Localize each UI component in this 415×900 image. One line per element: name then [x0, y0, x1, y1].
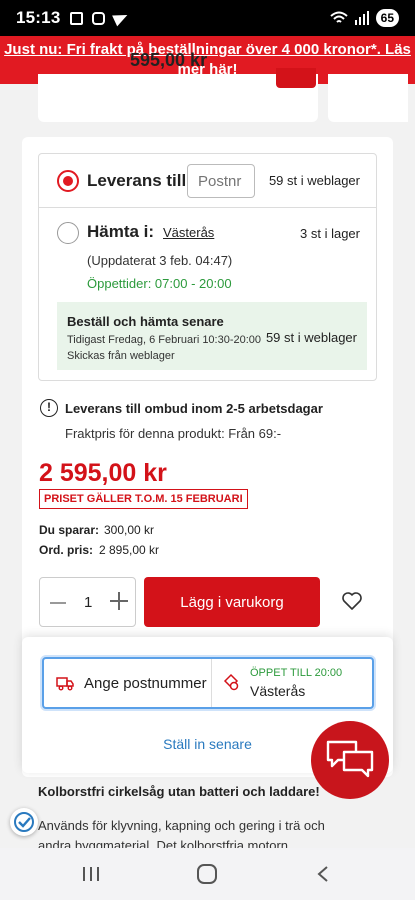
- heart-icon[interactable]: [340, 589, 364, 613]
- product-price: 2 595,00 kr: [39, 459, 167, 487]
- quantity-stepper: 1: [39, 577, 136, 627]
- freight-price: Fraktpris för denna produkt: Från 69:-: [65, 426, 282, 441]
- save-value: 300,00 kr: [104, 523, 155, 537]
- pickup-label: Hämta i:: [87, 222, 155, 241]
- description-title: Kolborstfri cirkelsåg utan batteri och l…: [38, 784, 320, 799]
- recent-apps-icon[interactable]: [82, 866, 100, 882]
- status-bar: 15:13 65: [0, 0, 415, 36]
- pickup-later-title: Beställ och hämta senare: [67, 314, 224, 329]
- pickup-later-date: Tidigast Fredag, 6 Februari 10:30-20:00: [67, 334, 262, 346]
- store-selector: Ange postnummer ÖPPET TILL 20:00 Västerå…: [42, 657, 374, 709]
- telegram-icon: [112, 9, 131, 27]
- battery-indicator: 65: [375, 9, 399, 27]
- home-icon[interactable]: [197, 864, 217, 884]
- pickup-stock: 3 st i lager: [300, 226, 360, 241]
- postnr-input[interactable]: [187, 164, 255, 198]
- quantity-plus-button[interactable]: [110, 592, 128, 610]
- delivery-radio[interactable]: [57, 170, 79, 192]
- delivery-label: Leverans till:: [87, 171, 192, 190]
- opening-hours: Öppettider: 07:00 - 20:00: [87, 276, 232, 291]
- chat-icon: [326, 740, 374, 778]
- card-price: 595,00 kr: [130, 50, 208, 70]
- quantity-minus-button[interactable]: [50, 602, 66, 604]
- delivery-options: Leverans till: 59 st i weblager Hämta i:…: [38, 153, 377, 381]
- save-label: Du sparar:: [39, 523, 100, 537]
- signal-icon: [354, 11, 369, 25]
- price-valid-badge: PRISET GÄLLER T.O.M. 15 FEBRUARI: [39, 489, 248, 509]
- chat-button[interactable]: [311, 721, 389, 799]
- ordinary-price-label: Ord. pris:: [39, 543, 94, 557]
- store-open-status: ÖPPET TILL 20:00: [250, 667, 343, 679]
- selected-store[interactable]: Västerås: [250, 683, 305, 699]
- pickup-radio[interactable]: [57, 222, 79, 244]
- pickup-later-box: Beställ och hämta senare Tidigast Fredag…: [57, 302, 367, 370]
- quantity-value[interactable]: 1: [84, 594, 92, 611]
- product-card-next[interactable]: [328, 74, 408, 122]
- check-badge-icon[interactable]: [10, 808, 38, 836]
- delivery-stock: 59 st i weblager: [268, 173, 360, 188]
- wifi-icon: [329, 11, 348, 23]
- pickup-store-link[interactable]: Västerås: [163, 225, 214, 240]
- card-buy-button[interactable]: [276, 68, 316, 88]
- truck-icon: [56, 677, 74, 691]
- qr-icon: [70, 11, 84, 25]
- info-icon: !: [40, 399, 58, 417]
- system-nav-bar: [0, 848, 415, 900]
- add-to-cart-button[interactable]: Lägg i varukorg: [144, 577, 320, 627]
- clock: 15:13: [16, 8, 61, 27]
- nfc-icon: [92, 11, 106, 25]
- pickup-later-source: Skickas från weblager: [67, 350, 175, 362]
- product-card[interactable]: 595,00 kr: [38, 50, 318, 122]
- ordinary-price-value: 2 895,00 kr: [99, 543, 160, 557]
- product-cards-strip: 595,00 kr: [22, 50, 415, 136]
- back-icon[interactable]: [316, 866, 330, 882]
- pickup-later-stock: 59 st i weblager: [265, 330, 357, 345]
- shipping-title: Leverans till ombud inom 2-5 arbetsdagar: [65, 401, 323, 416]
- store-icon: [223, 673, 239, 691]
- delivery-option[interactable]: Leverans till: 59 st i weblager: [39, 154, 376, 208]
- postcode-label: Ange postnummer: [84, 675, 207, 692]
- postcode-button[interactable]: Ange postnummer: [44, 659, 212, 707]
- stock-updated: (Uppdaterat 3 feb. 04:47): [87, 253, 233, 268]
